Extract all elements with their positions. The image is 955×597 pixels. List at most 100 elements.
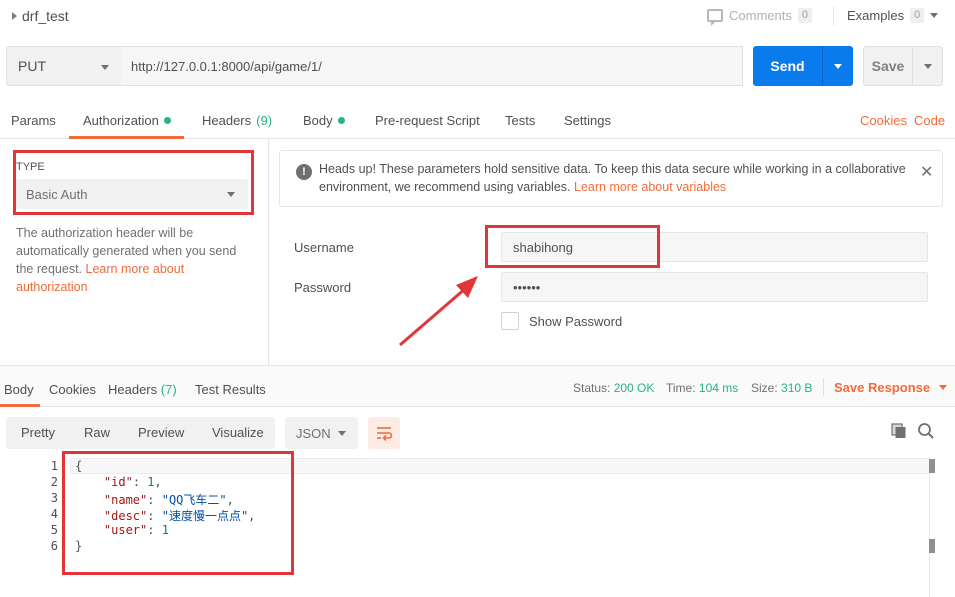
auth-description: The authorization header will be automat…: [16, 224, 251, 296]
response-tab-body[interactable]: Body: [4, 382, 34, 397]
show-password-checkbox[interactable]: [501, 312, 519, 330]
request-header: drf_test Comments 0 Examples 0: [0, 0, 955, 36]
password-label: Password: [294, 280, 352, 295]
copy-icon[interactable]: [891, 423, 907, 439]
active-dot-icon: [337, 117, 345, 124]
url-bar: PUT http://127.0.0.1:8000/api/game/1/ Se…: [0, 46, 955, 88]
tab-body[interactable]: Body: [303, 113, 345, 128]
wrap-lines-icon: [377, 427, 393, 441]
annotation-highlight-response-body: [62, 451, 294, 575]
line-number: 3: [50, 491, 58, 505]
method-select[interactable]: PUT: [6, 46, 122, 86]
tab-label: Pre-request Script: [375, 113, 480, 128]
chevron-down-icon: [834, 63, 842, 69]
divider: [833, 6, 834, 26]
format-value: JSON: [296, 425, 331, 441]
view-preview-button[interactable]: Preview: [138, 425, 184, 440]
response-tab-cookies[interactable]: Cookies: [49, 382, 96, 397]
size-label: Size:: [751, 381, 778, 395]
comments-button[interactable]: Comments 0: [707, 8, 812, 26]
time-label: Time:: [666, 381, 696, 395]
send-button[interactable]: Send: [753, 46, 853, 86]
request-name[interactable]: drf_test: [22, 8, 69, 24]
examples-count-badge: 0: [910, 8, 925, 23]
alert-text: Heads up! These parameters hold sensitiv…: [319, 160, 919, 196]
time-value[interactable]: 104 ms: [699, 381, 738, 395]
tab-label: Headers: [202, 113, 252, 128]
status-label: Status:: [573, 381, 611, 395]
examples-label: Examples: [847, 8, 905, 23]
send-options-button[interactable]: [823, 46, 853, 86]
tab-prerequest-script[interactable]: Pre-request Script: [375, 113, 480, 128]
comment-icon: [707, 9, 723, 26]
time-readout: Time: 104 ms: [666, 381, 738, 395]
scrollbar-thumb[interactable]: [929, 459, 935, 473]
tab-label: Body: [303, 113, 333, 128]
close-icon[interactable]: ✕: [920, 162, 933, 182]
tab-label: Params: [11, 113, 56, 128]
scrollbar-thumb[interactable]: [929, 539, 935, 553]
view-mode-group: Pretty Raw Preview Visualize: [6, 417, 275, 449]
tab-label: Headers: [108, 382, 158, 397]
line-number: 4: [50, 507, 58, 521]
code-link[interactable]: Code: [914, 113, 945, 128]
divider: [823, 378, 824, 396]
status-readout: Status: 200 OK: [573, 381, 654, 395]
comments-label: Comments: [729, 8, 792, 23]
password-field[interactable]: ••••••: [501, 272, 928, 302]
status-value[interactable]: 200 OK: [614, 381, 655, 395]
view-pretty-button[interactable]: Pretty: [21, 425, 55, 440]
save-button[interactable]: Save: [863, 46, 943, 86]
request-tabs: Params Authorization Headers (9) Body Pr…: [0, 101, 955, 139]
active-dot-icon: [163, 117, 171, 124]
vertical-scrollbar[interactable]: [929, 457, 939, 597]
format-select[interactable]: JSON: [285, 417, 358, 449]
response-tab-test-results[interactable]: Test Results: [195, 382, 266, 397]
headers-count: (7): [160, 382, 177, 397]
show-password-label[interactable]: Show Password: [529, 314, 622, 329]
save-label[interactable]: Save: [864, 47, 912, 85]
view-visualize-button[interactable]: Visualize: [212, 425, 264, 440]
tab-label: Tests: [505, 113, 536, 128]
tab-label: Authorization: [83, 113, 159, 128]
url-input[interactable]: http://127.0.0.1:8000/api/game/1/: [121, 46, 743, 86]
chevron-down-icon: [924, 63, 932, 69]
size-value[interactable]: 310 B: [781, 381, 812, 395]
line-number: 5: [50, 523, 58, 537]
size-readout: Size: 310 B: [751, 381, 812, 395]
caret-right-icon[interactable]: [12, 12, 17, 20]
username-label: Username: [294, 240, 354, 255]
chevron-down-icon: [939, 385, 948, 390]
examples-button[interactable]: Examples 0: [847, 8, 939, 23]
tab-settings[interactable]: Settings: [564, 113, 611, 128]
sensitive-data-alert: ! Heads up! These parameters hold sensit…: [279, 150, 943, 207]
response-view-toolbar: Pretty Raw Preview Visualize JSON: [0, 407, 955, 457]
line-number: 2: [50, 475, 58, 489]
response-tabs: Body Cookies Headers (7) Test Results St…: [0, 365, 955, 407]
learn-more-variables-link[interactable]: Learn more about variables: [574, 180, 726, 194]
save-response-button[interactable]: Save Response: [834, 380, 948, 395]
save-options-button[interactable]: [913, 47, 943, 85]
tab-label: Settings: [564, 113, 611, 128]
chevron-down-icon: [101, 65, 109, 70]
annotation-highlight-username: [485, 225, 660, 268]
cookies-link[interactable]: Cookies: [860, 113, 907, 128]
chevron-down-icon: [930, 13, 939, 18]
tab-headers[interactable]: Headers (9): [202, 113, 272, 128]
save-response-label: Save Response: [834, 380, 931, 395]
annotation-highlight-auth-type: [13, 150, 254, 215]
tab-params[interactable]: Params: [11, 113, 56, 128]
line-number: 6: [50, 539, 58, 553]
comments-count-badge: 0: [797, 8, 812, 23]
send-label[interactable]: Send: [753, 46, 822, 86]
tab-tests[interactable]: Tests: [505, 113, 535, 128]
line-number: 1: [50, 459, 58, 473]
chevron-down-icon: [338, 431, 346, 436]
response-tab-headers[interactable]: Headers (7): [108, 382, 177, 397]
headers-count: (9): [256, 113, 273, 128]
wrap-lines-button[interactable]: [368, 417, 400, 449]
search-icon[interactable]: [917, 422, 935, 440]
info-icon: !: [296, 164, 312, 180]
view-raw-button[interactable]: Raw: [84, 425, 110, 440]
tab-authorization[interactable]: Authorization: [83, 113, 171, 128]
